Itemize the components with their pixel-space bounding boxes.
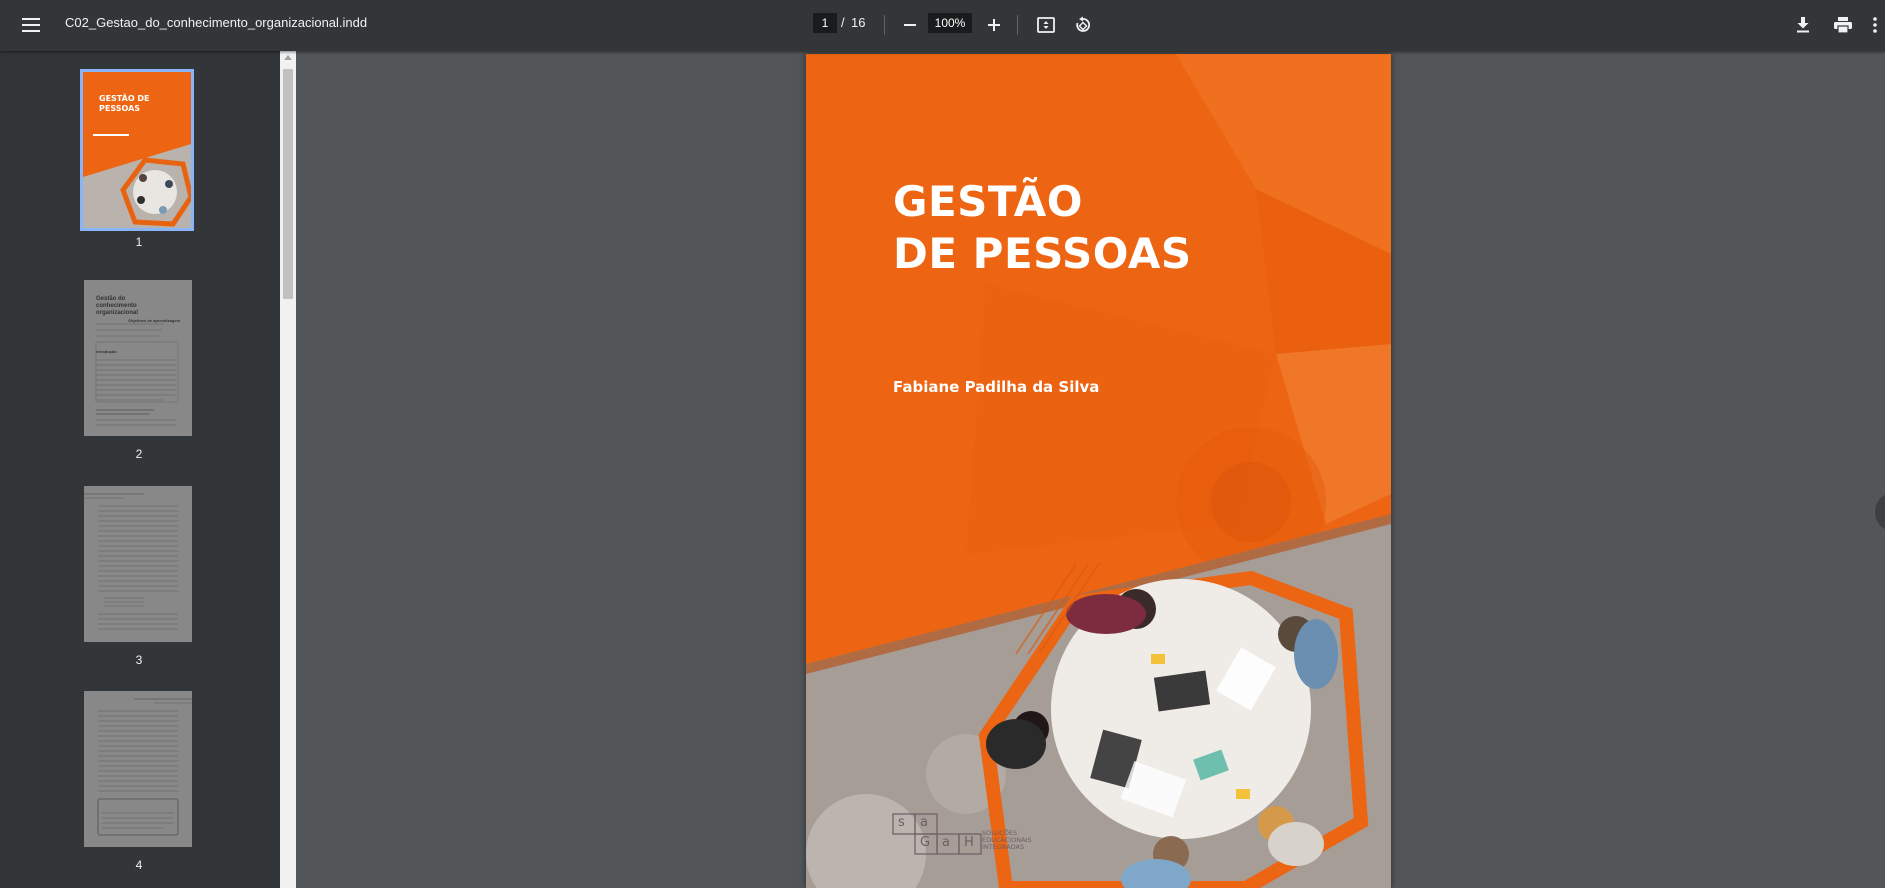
thumbnail-sidebar: GESTÃO DE PESSOAS 1 Gestão do conhecimen…	[0, 51, 280, 888]
side-panel-toggle[interactable]	[1875, 492, 1885, 532]
rotate-icon	[1076, 16, 1091, 32]
cover-title: GESTÃO DE PESSOAS	[893, 176, 1192, 280]
pdf-toolbar: C02_Gestao_do_conhecimento_organizaciona…	[0, 0, 1885, 51]
download-icon	[1797, 17, 1809, 33]
logo-tagline-line: INTEGRADAS	[982, 843, 1025, 851]
scrollbar-thumb[interactable]	[283, 69, 293, 299]
zoom-in-button[interactable]	[979, 10, 1009, 40]
sidebar-scrollbar[interactable]	[280, 51, 296, 888]
toolbar-divider	[1017, 15, 1018, 35]
cover-title-line2: DE PESSOAS	[893, 229, 1192, 278]
zoom-out-icon	[904, 24, 916, 26]
menu-icon	[22, 18, 40, 32]
fit-page-icon	[1037, 17, 1055, 33]
menu-button[interactable]	[16, 10, 46, 40]
fit-page-button[interactable]	[1031, 10, 1061, 40]
thumbnail-image	[84, 486, 192, 642]
total-pages: 16	[851, 15, 866, 30]
logo-letter: H	[964, 835, 974, 850]
page-separator: /	[841, 15, 845, 30]
pdf-page-1: GESTÃO DE PESSOAS Fabiane Padilha da Sil…	[806, 54, 1391, 888]
scroll-up-arrow-icon[interactable]	[284, 55, 292, 60]
logo-letter: G	[920, 835, 931, 850]
zoom-out-button[interactable]	[895, 10, 925, 40]
document-title: C02_Gestao_do_conhecimento_organizaciona…	[65, 15, 368, 30]
zoom-level-input[interactable]: 100%	[928, 13, 972, 33]
more-vert-icon	[1873, 17, 1877, 33]
more-options-button[interactable]	[1866, 10, 1884, 40]
thumbnail-title: GESTÃO DE PESSOAS	[99, 94, 150, 113]
thumbnail-image: GESTÃO DE PESSOAS	[80, 69, 194, 231]
cover-title-line1: GESTÃO	[893, 177, 1084, 226]
zoom-in-icon	[988, 19, 1000, 31]
logo-letter: a	[920, 815, 928, 830]
toolbar-divider	[884, 15, 885, 35]
print-icon	[1834, 17, 1852, 33]
cover-author: Fabiane Padilha da Silva	[893, 378, 1100, 396]
thumbnail-image	[84, 691, 192, 847]
thumbnail-lines	[95, 323, 179, 426]
thumbnail-lines	[97, 698, 192, 836]
download-button[interactable]	[1788, 10, 1818, 40]
print-button[interactable]	[1828, 10, 1858, 40]
thumbnail-label: 1	[135, 235, 143, 249]
thumbnail-label: 4	[135, 858, 143, 872]
logo-letter: a	[942, 835, 950, 850]
thumbnail-lines	[84, 493, 178, 630]
thumbnail-image: Gestão do conhecimento organizacional Ob…	[84, 280, 192, 436]
logo-tagline: SOLUÇÕES EDUCACIONAIS INTEGRADAS	[982, 830, 1032, 851]
page-number-input[interactable]: 1	[813, 13, 837, 33]
thumbnail-label: 2	[135, 447, 143, 461]
logo-letter: s	[898, 815, 905, 830]
rotate-button[interactable]	[1068, 10, 1098, 40]
thumbnail-label: 3	[135, 653, 143, 667]
